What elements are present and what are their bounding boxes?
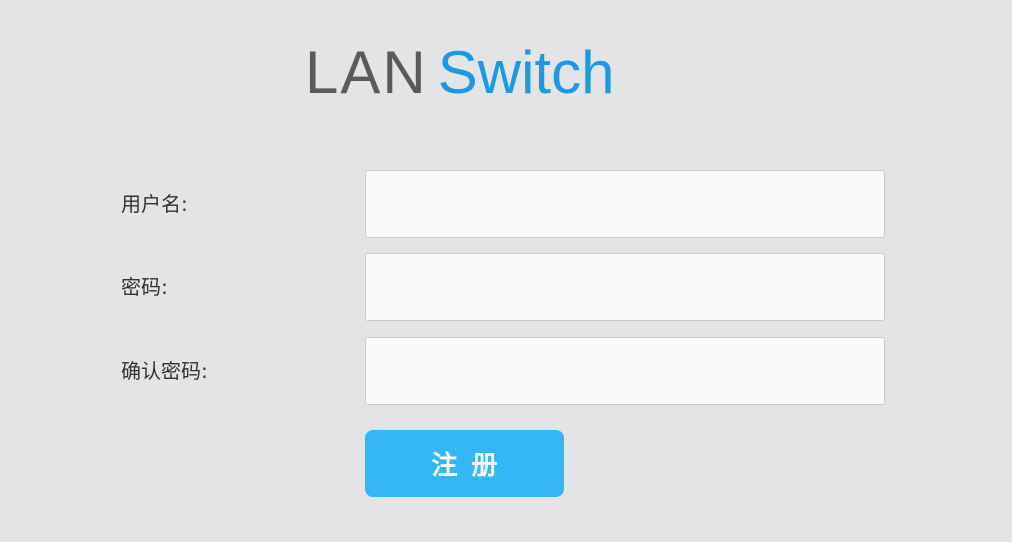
confirm-password-input[interactable] — [365, 337, 885, 405]
username-label: 用户名: — [121, 192, 188, 216]
confirm-password-label: 确认密码: — [121, 359, 208, 383]
lanswitch-logo: LAN Switch — [305, 38, 614, 108]
logo-text-switch: Switch — [437, 39, 615, 106]
register-button[interactable]: 注册 — [365, 430, 564, 497]
password-input[interactable] — [365, 253, 885, 321]
username-input[interactable] — [365, 170, 885, 238]
logo-text-lan: LAN — [305, 39, 428, 106]
password-label: 密码: — [121, 275, 168, 299]
